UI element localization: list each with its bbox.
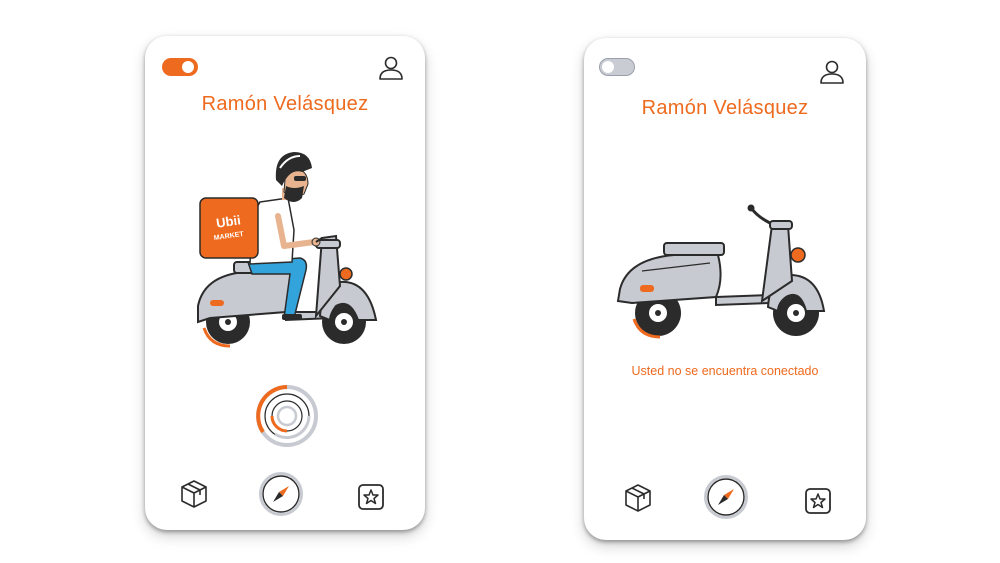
disconnected-status-message: Usted no se encuentra conectado — [631, 364, 819, 378]
bottom-navigation — [584, 470, 866, 520]
box-icon[interactable] — [178, 478, 210, 510]
phone-screen-connected: Ramón Velásquez Ubii MARKET — [145, 36, 425, 530]
box-icon[interactable] — [622, 482, 654, 514]
star-icon[interactable] — [356, 482, 386, 512]
online-toggle[interactable] — [599, 58, 635, 76]
compass-icon[interactable] — [258, 471, 304, 517]
connecting-spinner — [256, 385, 318, 447]
profile-icon[interactable] — [818, 58, 846, 86]
star-icon[interactable] — [803, 486, 833, 516]
courier-name: Ramón Velásquez — [201, 93, 369, 115]
phone-screen-disconnected: Ramón Velásquez Usted no se encuentra co… — [584, 38, 866, 540]
toggle-knob — [602, 61, 614, 73]
bottom-navigation — [145, 470, 425, 520]
profile-icon[interactable] — [377, 54, 405, 82]
parked-scooter-illustration — [616, 204, 826, 339]
compass-icon[interactable] — [703, 474, 749, 520]
online-toggle[interactable] — [162, 58, 198, 76]
courier-name: Ramón Velásquez — [641, 97, 809, 119]
toggle-knob — [182, 61, 194, 73]
courier-on-scooter-illustration: Ubii MARKET — [197, 152, 378, 348]
